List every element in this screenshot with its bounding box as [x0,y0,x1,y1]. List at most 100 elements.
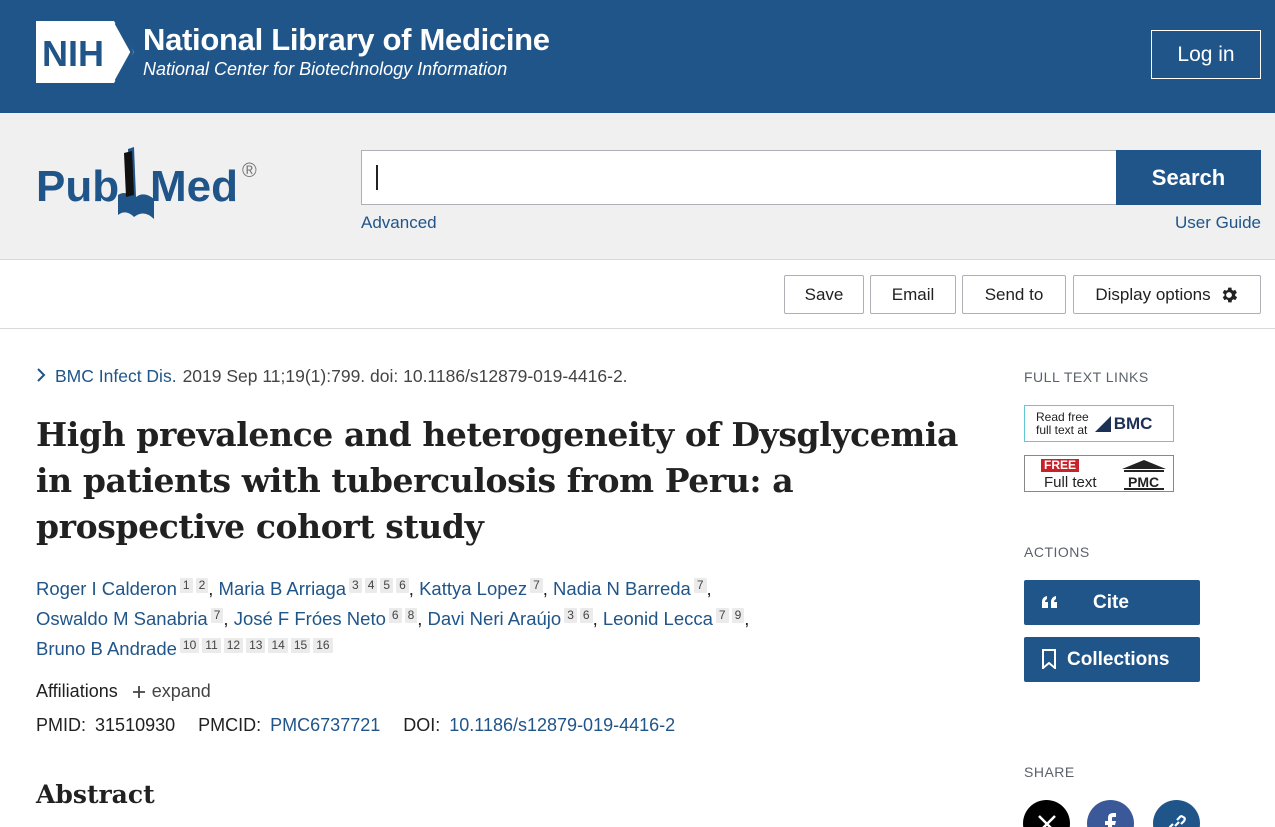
chevron-right-icon[interactable] [36,367,46,386]
affiliation-ref[interactable]: 11 [202,638,221,653]
author-link[interactable]: Bruno B Andrade [36,638,177,659]
affiliation-ref[interactable]: 7 [715,608,729,623]
author-link[interactable]: Maria B Arriaga [219,578,347,599]
bmc-full-text-at: full text at [1036,422,1088,437]
pubmed-logo-pub: Pub [36,162,119,211]
bmc-text: Read free full text at [1036,410,1089,437]
author-separator: , [706,578,712,599]
pmc-full-text-link[interactable]: FREE Full text PMC [1024,455,1174,492]
affiliation-ref[interactable]: 5 [380,578,394,593]
affiliation-ref[interactable]: 13 [246,638,266,653]
journal-link[interactable]: BMC Infect Dis. [55,366,177,387]
author-link[interactable]: Roger I Calderon [36,578,177,599]
article-title: High prevalence and heterogeneity of Dys… [36,415,959,546]
author-link[interactable]: José F Fróes Neto [234,608,386,629]
author: Bruno B Andrade 10 11 12 13 14 15 16 [36,638,333,659]
share-x-button[interactable] [1023,800,1070,827]
nih-logo[interactable]: NIH [36,21,134,83]
pmid-label: PMID: [36,715,87,735]
affiliation-ref[interactable]: 6 [396,578,409,593]
author-list: Roger I Calderon 1 2, Maria B Arriaga 3 4 5 6,… [36,574,836,664]
collections-button[interactable]: Collections [1024,637,1200,682]
author-separator: , [592,608,598,629]
full-text-links-heading: FULL TEXT LINKS [1024,369,1149,385]
author-separator: , [223,608,229,629]
affiliation-ref[interactable]: 16 [313,638,333,653]
text-caret [376,165,378,190]
author-separator: , [208,578,214,599]
doi-label: DOI: [403,715,441,735]
affiliation-ref[interactable]: 7 [530,578,543,593]
affiliation-ref[interactable]: 14 [268,638,288,653]
affiliation-ref[interactable]: 12 [223,638,244,653]
bmc-full-text-link[interactable]: Read free full text at BMC [1024,405,1174,442]
affiliation-ref[interactable]: 9 [731,608,745,623]
plus-icon [132,685,145,698]
pmcid-link[interactable]: PMC6737721 [270,715,380,735]
affiliation-ref[interactable]: 7 [693,578,707,593]
expand-label: expand [151,681,211,701]
pmc-free-badge: FREE [1041,459,1080,472]
send-to-button[interactable]: Send to [962,275,1066,314]
author-link[interactable]: Davi Neri Araújo [428,608,562,629]
article-toolbar: Save Email Send to Display options [0,260,1275,329]
bmc-brand: BMC [1094,413,1153,434]
share-facebook-button[interactable] [1087,800,1134,827]
affiliation-ref[interactable]: 3 [349,578,362,593]
author-link[interactable]: Leonid Lecca [603,608,713,629]
affiliation-ref[interactable]: 3 [564,608,577,623]
affiliation-ref[interactable]: 2 [195,578,209,593]
affiliation-ref[interactable]: 15 [290,638,311,653]
pubmed-logo[interactable]: Pub Med ® [36,145,266,225]
affiliation-ref[interactable]: 6 [579,608,593,623]
author-separator: , [744,608,750,629]
display-options-label: Display options [1095,284,1211,304]
affiliation-ref[interactable]: 7 [210,608,224,623]
advanced-search-link[interactable]: Advanced [361,213,437,233]
author: José F Fróes Neto 6 8, [234,608,423,629]
pubmed-logo-reg: ® [242,160,257,182]
expand-affiliations-button[interactable]: expand [132,681,211,702]
author-separator: , [408,578,414,599]
affiliation-ref[interactable]: 8 [404,608,418,623]
x-twitter-icon [1037,814,1056,827]
nih-logo-text: NIH [42,33,104,74]
author-link[interactable]: Kattya Lopez [419,578,527,599]
journal-citation: BMC Infect Dis. 2019 Sep 11;19(1):799. d… [36,366,628,387]
author-link[interactable]: Nadia N Barreda [553,578,691,599]
bmc-brand-text: BMC [1113,413,1153,433]
author: Davi Neri Araújo 3 6, [428,608,598,629]
share-heading: SHARE [1024,764,1075,780]
author-link[interactable]: Oswaldo M Sanabria [36,608,208,629]
doi-link[interactable]: 10.1186/s12879-019-4416-2 [449,715,675,735]
email-button[interactable]: Email [870,275,956,314]
author: Oswaldo M Sanabria 7, [36,608,229,629]
affiliation-ref[interactable]: 4 [364,578,378,593]
affiliation-ref[interactable]: 10 [179,638,200,653]
identifiers-row: PMID: 31510930 PMCID: PMC6737721 DOI: 10… [36,715,693,736]
display-options-button[interactable]: Display options [1073,275,1261,314]
facebook-icon [1104,812,1116,827]
login-button[interactable]: Log in [1151,30,1261,79]
actions-heading: ACTIONS [1024,544,1090,560]
save-button[interactable]: Save [784,275,864,314]
user-guide-link[interactable]: User Guide [1175,213,1261,233]
author-separator: , [542,578,548,599]
collections-label: Collections [1067,649,1170,670]
search-button[interactable]: Search [1116,150,1261,205]
affiliation-ref[interactable]: 1 [179,578,193,593]
quote-icon [1040,592,1060,618]
cite-button[interactable]: Cite [1024,580,1200,625]
author-separator: , [417,608,423,629]
search-input[interactable] [361,150,1117,205]
pmc-full-text-label: Full text [1044,474,1097,491]
affiliations-row: Affiliations expand [36,681,211,702]
pmcid-label: PMCID: [198,715,262,735]
share-link-button[interactable] [1153,800,1200,827]
author: Maria B Arriaga 3 4 5 6, [219,578,414,599]
author: Kattya Lopez 7, [419,578,548,599]
nih-banner: NIH National Library of Medicine Nationa… [0,0,1275,113]
search-band: Pub Med ® Search Advanced User Guide [0,113,1275,260]
affiliation-ref[interactable]: 6 [388,608,402,623]
author: Roger I Calderon 1 2, [36,578,213,599]
